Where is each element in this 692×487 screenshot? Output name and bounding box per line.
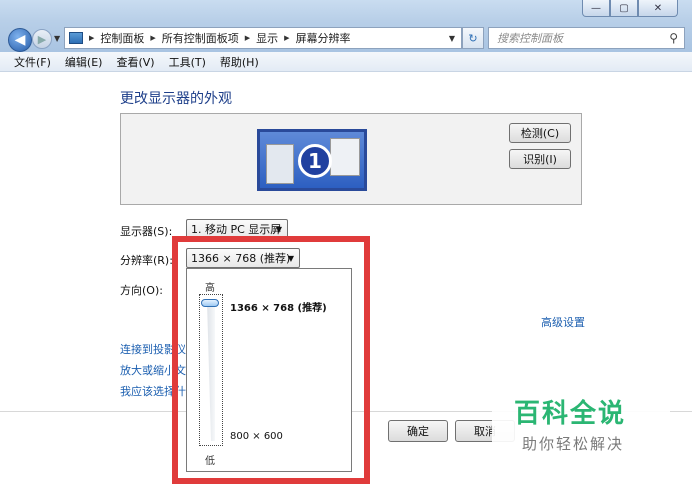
breadcrumb-display[interactable]: 显示 bbox=[256, 30, 278, 46]
menu-view[interactable]: 查看(V) bbox=[116, 54, 154, 70]
menu-file[interactable]: 文件(F) bbox=[14, 54, 51, 70]
identify-button[interactable]: 识别(I) bbox=[509, 149, 571, 169]
watermark-subtitle: 助你轻松解决 bbox=[522, 435, 625, 453]
address-bar[interactable]: ▶ 控制面板 ▶ 所有控制面板项 ▶ 显示 ▶ 屏幕分辨率 ▼ bbox=[64, 27, 462, 49]
search-placeholder: 搜索控制面板 bbox=[497, 32, 563, 45]
display-label: 显示器(S): bbox=[120, 225, 173, 238]
minimize-icon[interactable]: — bbox=[582, 0, 610, 17]
breadcrumb-all-items[interactable]: 所有控制面板项 bbox=[162, 30, 239, 46]
window-controls: — ▢ ✕ bbox=[582, 0, 678, 17]
resolution-label: 分辨率(R): bbox=[120, 254, 173, 267]
menu-bar: 文件(F) 编辑(E) 查看(V) 工具(T) 帮助(H) bbox=[0, 52, 692, 72]
menu-tools[interactable]: 工具(T) bbox=[169, 54, 206, 70]
forward-button[interactable]: ▶ bbox=[32, 29, 52, 49]
window-thumbnail-right bbox=[330, 138, 360, 176]
monitor-preview: 1 检测(C) 识别(I) bbox=[120, 113, 582, 205]
breadcrumb-control-panel[interactable]: 控制面板 bbox=[100, 30, 144, 46]
control-panel-icon bbox=[69, 32, 83, 44]
highlight-box bbox=[172, 236, 370, 484]
maximize-icon[interactable]: ▢ bbox=[610, 0, 638, 17]
orientation-label: 方向(O): bbox=[120, 284, 163, 297]
display-select-value: 1. 移动 PC 显示屏 bbox=[191, 223, 282, 236]
menu-edit[interactable]: 编辑(E) bbox=[65, 54, 103, 70]
title-bar: — ▢ ✕ ◀ ▶ ▼ ▶ 控制面板 ▶ 所有控制面板项 ▶ 显示 ▶ 屏幕分辨… bbox=[0, 0, 692, 52]
close-icon[interactable]: ✕ bbox=[638, 0, 678, 17]
watermark-title: 百科全说 bbox=[514, 399, 627, 429]
breadcrumb-separator-icon[interactable]: ▶ bbox=[245, 34, 250, 42]
breadcrumb-screen-resolution[interactable]: 屏幕分辨率 bbox=[296, 30, 351, 46]
advanced-settings-link[interactable]: 高级设置 bbox=[541, 314, 585, 330]
breadcrumb-separator-icon[interactable]: ▶ bbox=[89, 34, 94, 42]
back-button[interactable]: ◀ bbox=[8, 28, 32, 52]
search-input[interactable]: 搜索控制面板 ⚲ bbox=[488, 27, 685, 49]
chevron-down-icon: ▼ bbox=[275, 224, 282, 234]
window-thumbnail-left bbox=[266, 144, 294, 184]
watermark: 百科全说 助你轻松解决 bbox=[492, 383, 670, 463]
monitor-icon[interactable]: 1 bbox=[257, 129, 367, 191]
menu-help[interactable]: 帮助(H) bbox=[220, 54, 259, 70]
page-title: 更改显示器的外观 bbox=[120, 91, 232, 107]
search-icon[interactable]: ⚲ bbox=[669, 31, 678, 45]
recent-pages-dropdown-icon[interactable]: ▼ bbox=[54, 34, 60, 43]
address-dropdown-icon[interactable]: ▼ bbox=[449, 34, 455, 43]
ok-button[interactable]: 确定 bbox=[388, 420, 448, 442]
breadcrumb-separator-icon[interactable]: ▶ bbox=[150, 34, 155, 42]
breadcrumb-separator-icon[interactable]: ▶ bbox=[284, 34, 289, 42]
refresh-button[interactable]: ↻ bbox=[462, 27, 484, 49]
monitor-number-badge: 1 bbox=[298, 144, 332, 178]
detect-button[interactable]: 检测(C) bbox=[509, 123, 571, 143]
